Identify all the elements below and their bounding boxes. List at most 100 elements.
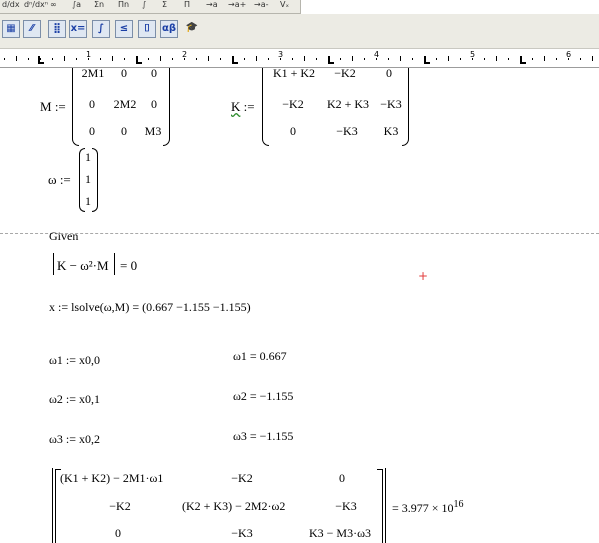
determinant-bar <box>385 468 386 543</box>
ruler-tick <box>352 56 353 61</box>
determinant-equation[interactable]: K − ω²·M <box>57 258 109 274</box>
ruler-tick <box>592 56 593 61</box>
given-keyword[interactable]: Given <box>49 228 78 244</box>
matrix-cell: −K2 <box>282 97 304 111</box>
ruler-tick <box>412 58 413 60</box>
lsolve-definition[interactable]: x := lsolve(ω,M) = (0.667 −1.155 −1.155) <box>49 299 251 315</box>
ruler-tick <box>436 58 437 60</box>
ruler-tick <box>100 58 101 60</box>
programming-palette-button[interactable]: ⌷ <box>138 20 156 38</box>
ruler-tick <box>196 58 197 60</box>
matrix-cell: K3 − M3·ω3 <box>309 526 371 540</box>
matrix-cell: −K3 <box>380 97 402 111</box>
ruler-tick <box>292 58 293 60</box>
M-definition[interactable]: M := <box>40 99 66 115</box>
K-definition[interactable]: K := <box>231 99 255 115</box>
determinant-expression: K − ω²·M <box>57 258 109 273</box>
indefinite-integral-button[interactable]: ∫ <box>142 0 146 12</box>
omega1-assignment[interactable]: ω1 := x0,0 <box>49 352 100 368</box>
range-sum-button[interactable]: Σ <box>162 0 167 12</box>
ruler-tick <box>304 56 305 61</box>
assign-operator: := <box>59 172 71 187</box>
ruler-tick <box>328 58 329 60</box>
ruler-tick <box>496 56 497 61</box>
ruler-tick <box>28 58 29 60</box>
matrix-cell: 0 <box>115 526 121 540</box>
ruler-tick <box>4 58 5 60</box>
matrix-cell: 0 <box>89 124 95 138</box>
vector-cell: 1 <box>85 150 91 164</box>
calculator-palette-button[interactable]: ▦ <box>2 20 20 38</box>
page-break-line <box>0 233 599 234</box>
ruler-tick <box>580 58 581 60</box>
matrix-cell: K2 + K3 <box>326 97 370 111</box>
matrix-right-bracket <box>377 469 383 543</box>
ruler-tick <box>40 58 41 60</box>
ruler-tick <box>340 58 341 60</box>
infinity-button[interactable]: ∞ <box>50 0 57 12</box>
ruler[interactable]: 1 2 3 4 5 6 <box>0 49 599 68</box>
nth-derivative-button[interactable]: dⁿ/dxⁿ <box>24 0 48 12</box>
left-limit-button[interactable]: →a- <box>254 0 269 12</box>
tab-stop-marker[interactable] <box>38 56 44 64</box>
range-product-button[interactable]: Π <box>184 0 190 12</box>
ruler-tick <box>172 58 173 60</box>
matrix-cell: 0 <box>290 124 296 138</box>
definite-integral-button[interactable]: ∫a <box>72 0 81 12</box>
matrix-cell: 0 <box>339 471 345 485</box>
matrix-left-paren <box>72 68 79 146</box>
matrix-palette-button[interactable]: ⣿ <box>48 20 66 38</box>
limit-button[interactable]: →a <box>206 0 218 12</box>
boolean-palette-button[interactable]: ≤ <box>115 20 133 38</box>
ruler-tick <box>208 56 209 61</box>
ruler-tick <box>472 58 473 60</box>
ruler-tick <box>88 58 89 60</box>
matrix-cell: (K1 + K2) − 2M1·ω1 <box>60 471 164 485</box>
calculus-toolbar: d/dx dⁿ/dxⁿ ∞ ∫a Σn Πn ∫ Σ Π →a →a+ →a- … <box>0 0 301 14</box>
matrix-cell: −K2 <box>231 471 253 485</box>
ruler-tick <box>184 58 185 60</box>
ruler-tick <box>64 56 65 61</box>
ruler-tick <box>508 58 509 60</box>
ruler-tick <box>568 58 569 60</box>
matrix-cell: −K3 <box>335 499 357 513</box>
matrix-cell: 0 <box>89 97 95 111</box>
omega1-evaluation[interactable]: ω1 = 0.667 <box>233 348 287 364</box>
matrix-cell: 0 <box>151 97 157 111</box>
greek-palette-button[interactable]: αβ <box>160 20 178 38</box>
omega2-assignment[interactable]: ω2 := x0,1 <box>49 391 100 407</box>
derivative-button[interactable]: d/dx <box>2 0 20 12</box>
evaluation-palette-button[interactable]: x= <box>69 20 87 38</box>
assign-operator: := <box>243 99 255 114</box>
product-button[interactable]: Πn <box>118 0 129 12</box>
omega3-evaluation[interactable]: ω3 = −1.155 <box>233 428 293 444</box>
ruler-tick <box>16 56 17 61</box>
calculus-palette-button[interactable]: ∫ <box>92 20 110 38</box>
omega3-assignment[interactable]: ω3 := x0,2 <box>49 431 100 447</box>
vector-cell: 1 <box>85 194 91 208</box>
omega2-evaluation[interactable]: ω2 = −1.155 <box>233 388 293 404</box>
math-palette-toolbar: ▦ ⁄⁄ ⣿ x= ∫ ≤ ⌷ αβ 🎓 <box>0 14 599 49</box>
omega-definition[interactable]: ω := <box>48 172 71 188</box>
matrix-cell: 2M1 <box>81 68 105 80</box>
ruler-tick <box>136 58 137 60</box>
determinant-bar <box>114 253 115 275</box>
determinant-result[interactable]: = 3.977 × 1016 <box>392 499 464 518</box>
crosshair-cursor: + <box>418 269 429 283</box>
matrix-cell: K3 <box>383 124 399 138</box>
vector-sum-button[interactable]: Vₓ <box>280 0 289 12</box>
symbolic-palette-button[interactable]: 🎓 <box>183 20 201 38</box>
right-limit-button[interactable]: →a+ <box>228 0 246 12</box>
worksheet[interactable]: M := 2M1 0 0 0 2M2 0 0 0 M3 K := K1 + K2… <box>0 68 599 543</box>
ruler-tick <box>148 58 149 60</box>
matrix-cell: −K2 <box>334 68 356 80</box>
ruler-tick <box>520 58 521 60</box>
matrix-cell: 0 <box>386 68 392 80</box>
matrix-cell: 0 <box>121 68 127 80</box>
boolean-equals-zero: = 0 <box>120 258 138 273</box>
graph-palette-button[interactable]: ⁄⁄ <box>23 20 41 38</box>
matrix-cell: (K2 + K3) − 2M2·ω2 <box>182 499 286 513</box>
ruler-tick <box>484 58 485 60</box>
matrix-right-paren <box>163 68 170 146</box>
summation-button[interactable]: Σn <box>94 0 104 12</box>
